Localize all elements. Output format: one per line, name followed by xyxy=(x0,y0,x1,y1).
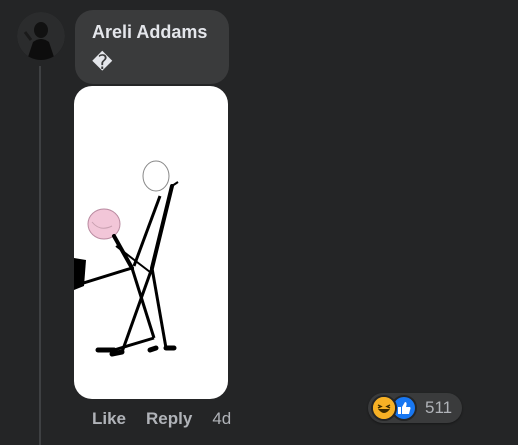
comment-text: � xyxy=(92,52,113,74)
comment-actions: Like Reply 4d xyxy=(92,409,231,429)
comment-bubble: Areli Addams � xyxy=(75,10,229,84)
comment-image[interactable] xyxy=(74,86,228,399)
thread-line xyxy=(39,66,41,445)
avatar-image xyxy=(17,12,65,60)
reply-button[interactable]: Reply xyxy=(146,409,192,429)
reaction-count: 511 xyxy=(425,398,453,417)
avatar[interactable] xyxy=(17,12,65,60)
comment-timestamp[interactable]: 4d xyxy=(212,409,231,429)
stick-figure-drawing xyxy=(74,160,179,357)
comment-author[interactable]: Areli Addams xyxy=(92,22,207,43)
like-button[interactable]: Like xyxy=(92,409,126,429)
reactions-summary[interactable]: 511 xyxy=(368,393,463,423)
haha-icon xyxy=(371,395,397,421)
